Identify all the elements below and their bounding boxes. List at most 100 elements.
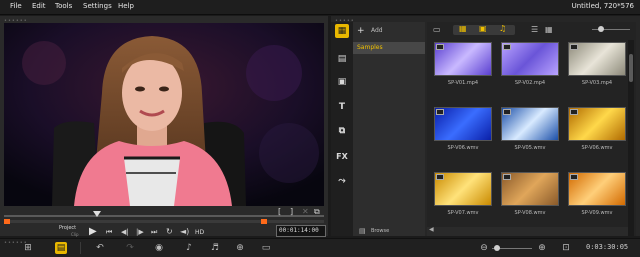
media-thumbnail-label: SP-V07.wmv xyxy=(447,210,479,216)
trim-start-marker[interactable] xyxy=(4,219,10,224)
horizontal-scrollbar[interactable]: ◀ xyxy=(427,226,628,236)
timecode-display: 00:01:14:00 xyxy=(279,227,319,234)
media-thumbnail-label: SP-V06.wmv xyxy=(581,145,613,151)
add-folder-label[interactable]: Add xyxy=(371,27,383,34)
media-thumbnail-label: SP-V03.mp4 xyxy=(581,80,613,86)
home-icon[interactable]: ⏮ xyxy=(106,228,112,237)
video-badge-icon xyxy=(503,109,511,115)
previous-frame-icon[interactable]: ◀| xyxy=(121,228,129,236)
media-thumbnail[interactable] xyxy=(568,172,626,206)
zoom-out-icon[interactable]: ⊖ xyxy=(478,242,490,254)
enlarge-icon[interactable]: ⧉ xyxy=(314,207,320,217)
trim-bar[interactable] xyxy=(4,220,324,223)
media-grid: ▭ ▦ ▣ ♫ ☰ ▦ SP-V01.mp4 SP-V02.mp4 SP-V03.m… xyxy=(427,22,636,236)
media-thumbnail-label: SP-V01.mp4 xyxy=(447,80,479,86)
mark-out-icon[interactable]: ] xyxy=(290,207,293,216)
folder-item-samples[interactable]: Samples xyxy=(353,42,425,54)
media-thumbnail[interactable] xyxy=(568,107,626,141)
media-scrollbar[interactable] xyxy=(628,40,634,236)
show-audio-icon[interactable]: ♫ xyxy=(499,24,506,33)
media-thumbnail[interactable] xyxy=(434,107,492,141)
scrub-area: Project Clip ▶ ⏮ ◀| |▶ ⏭ ↻ ◄) HD [ ] ✕ ⧉… xyxy=(4,207,326,237)
folder-label: Samples xyxy=(357,44,383,51)
timeline-view-icon[interactable]: ▤ xyxy=(55,242,67,254)
media-thumbnail-label: SP-V09.wmv xyxy=(581,210,613,216)
path-icon[interactable]: ⤳ xyxy=(335,174,349,188)
mode-project-label[interactable]: Project xyxy=(59,225,76,231)
media-filter-group: ▦ ▣ ♫ xyxy=(453,24,515,35)
record-capture-icon[interactable]: ◉ xyxy=(153,242,165,254)
divider xyxy=(80,242,81,254)
sound-mixer-icon[interactable]: ♪ xyxy=(183,242,195,254)
show-videos-icon[interactable]: ▦ xyxy=(459,24,467,33)
timecode-box[interactable]: 00:01:14:00 xyxy=(276,225,326,237)
library-sidebar: ▦ ▤ ▣ T ⧉ FX ⤳ xyxy=(331,22,353,236)
volume-icon[interactable]: ◄) xyxy=(180,227,189,236)
zoom-in-icon[interactable]: ⊕ xyxy=(536,242,548,254)
library-panel: ••••• ▦ ▤ ▣ T ⧉ FX ⤳ + Add Samples ▤ Bro… xyxy=(331,16,640,236)
list-view-icon[interactable]: ☰ xyxy=(531,25,538,34)
subtitle-editor-icon[interactable]: ▭ xyxy=(260,242,272,254)
video-badge-icon xyxy=(503,44,511,50)
media-library-icon[interactable]: ▦ xyxy=(335,24,349,38)
split-clip-icon[interactable]: ✕ xyxy=(302,207,309,216)
browse-icon[interactable]: ▤ xyxy=(359,227,366,235)
scrub-thumb[interactable] xyxy=(92,211,101,217)
hd-toggle[interactable]: HD xyxy=(195,229,204,236)
redo-icon[interactable]: ↷ xyxy=(124,242,136,254)
menu-help[interactable]: Help xyxy=(118,2,134,10)
player-panel: •••••• Project Clip ▶ ⏮ ◀| |▶ ⏭ ↻ ◄) HD … xyxy=(0,16,328,237)
show-photos-icon[interactable]: ▣ xyxy=(479,24,487,33)
add-folder-icon[interactable]: + xyxy=(357,26,365,36)
thumbnail-size-handle[interactable] xyxy=(598,26,604,32)
trim-end-marker[interactable] xyxy=(261,219,267,224)
title-icon[interactable]: T xyxy=(335,100,349,114)
transition-icon[interactable]: ▣ xyxy=(335,75,349,89)
timeline-duration: 0:03:30:05 xyxy=(586,243,629,251)
folder-icon[interactable]: ▭ xyxy=(433,25,441,34)
filter-icon[interactable]: FX xyxy=(335,150,349,164)
menu-settings[interactable]: Settings xyxy=(83,2,112,10)
timeline-toolbar: •••••• ⊞ ▤ ↶ ↷ ◉ ♪ ♬ ⊕ ▭ ⊖ ⊕ ⊡ 0:03:30:0… xyxy=(0,238,640,257)
zoom-slider-handle[interactable] xyxy=(494,245,500,251)
media-thumbnail-label: SP-V06.wmv xyxy=(447,145,479,151)
motion-tracking-icon[interactable]: ⊕ xyxy=(234,242,246,254)
menu-edit[interactable]: Edit xyxy=(32,2,46,10)
scrollbar-thumb[interactable] xyxy=(629,54,633,82)
media-thumbnail[interactable] xyxy=(434,42,492,76)
video-frame xyxy=(4,23,324,206)
menu-file[interactable]: File xyxy=(10,2,22,10)
undo-icon[interactable]: ↶ xyxy=(94,242,106,254)
video-badge-icon xyxy=(436,174,444,180)
media-thumbnail[interactable] xyxy=(501,107,559,141)
thumbnail-view-icon[interactable]: ▦ xyxy=(545,25,553,34)
fit-project-icon[interactable]: ⊡ xyxy=(560,242,572,254)
media-thumbnail[interactable] xyxy=(501,172,559,206)
scrub-track[interactable] xyxy=(4,215,324,217)
video-badge-icon xyxy=(570,109,578,115)
graphic-icon[interactable]: ⧉ xyxy=(335,124,349,138)
scroll-left-icon[interactable]: ◀ xyxy=(429,226,434,233)
auto-music-icon[interactable]: ♬ xyxy=(209,242,221,254)
media-thumbnail-label: SP-V05.wmv xyxy=(514,145,546,151)
next-frame-icon[interactable]: |▶ xyxy=(136,228,144,236)
mode-clip-label[interactable]: Clip xyxy=(71,232,79,237)
mark-in-icon[interactable]: [ xyxy=(278,207,281,216)
video-badge-icon xyxy=(570,44,578,50)
play-icon[interactable]: ▶ xyxy=(89,226,97,237)
video-badge-icon xyxy=(436,44,444,50)
media-thumbnail[interactable] xyxy=(434,172,492,206)
media-thumbnail[interactable] xyxy=(501,42,559,76)
media-thumbnail[interactable] xyxy=(568,42,626,76)
end-icon[interactable]: ⏭ xyxy=(151,228,157,237)
instant-project-icon[interactable]: ▤ xyxy=(335,52,349,66)
storyboard-view-icon[interactable]: ⊞ xyxy=(22,242,34,254)
repeat-icon[interactable]: ↻ xyxy=(166,227,173,236)
media-thumbnail-label: SP-V08.wmv xyxy=(514,210,546,216)
video-badge-icon xyxy=(570,174,578,180)
folder-list: + Add Samples ▤ Browse xyxy=(353,22,425,236)
menu-tools[interactable]: Tools xyxy=(55,2,72,10)
menu-bar: File Edit Tools Settings Help Untitled, … xyxy=(0,0,640,15)
browse-label[interactable]: Browse xyxy=(371,228,389,234)
video-preview xyxy=(4,23,324,206)
